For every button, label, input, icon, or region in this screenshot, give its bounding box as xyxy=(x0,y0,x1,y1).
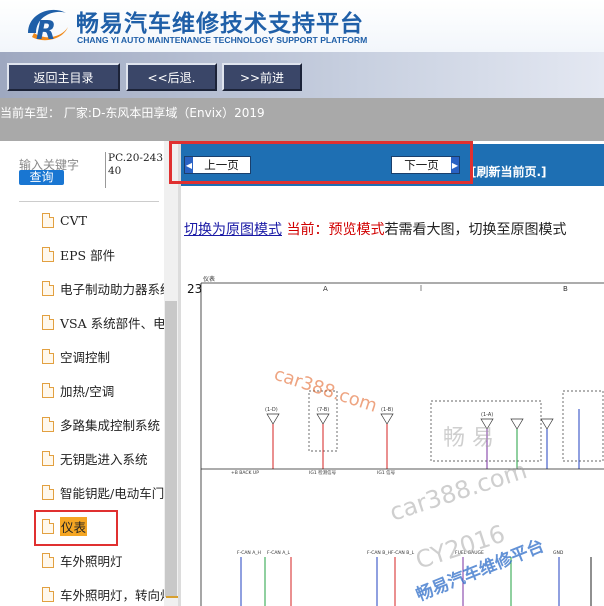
wire-label: F-CAN B_H xyxy=(367,550,391,556)
tree-item-label: 车外照明灯，转向灯 xyxy=(60,587,164,603)
tree-item-label: CVT xyxy=(60,212,87,228)
watermark-text: 畅 易 xyxy=(443,426,494,451)
tree-item[interactable]: 车外照明灯，转向灯 xyxy=(42,582,164,606)
diagram-page-label: 仪表 xyxy=(203,275,215,283)
svg-text:R: R xyxy=(36,16,56,46)
content-pane: ◀ 上一页 下一页 ▶ [刷新当前页.] 切换为原图模式 当前：预览模式若需看大… xyxy=(169,141,604,606)
wire-label: GND xyxy=(553,550,564,556)
document-icon xyxy=(42,552,54,568)
fuse-label: (1-B) xyxy=(381,407,393,413)
selection-highlight xyxy=(34,510,118,546)
switch-mode-link[interactable]: 切换为原图模式 xyxy=(184,222,282,238)
divider xyxy=(19,201,159,202)
forward-button[interactable]: >>前进 xyxy=(222,63,302,91)
watermark-text: car388.com xyxy=(386,456,530,527)
tree-item[interactable]: 无钥匙进入系统 xyxy=(42,446,164,470)
section-a-label: A xyxy=(323,285,328,293)
document-icon xyxy=(42,280,54,296)
tree-item[interactable]: 空调控制 xyxy=(42,344,164,368)
document-icon xyxy=(42,246,54,262)
tree-item-label: 空调控制 xyxy=(60,349,111,365)
diagram-page-number: 23 xyxy=(187,282,202,296)
tree-item[interactable]: 电子制动助力器系统 xyxy=(42,276,164,300)
pager-highlight xyxy=(169,141,473,184)
document-icon xyxy=(42,212,54,228)
document-icon xyxy=(42,450,54,466)
wire-label: F-CAN B_L xyxy=(391,550,415,556)
refresh-link[interactable]: [刷新当前页.] xyxy=(471,163,547,180)
nav-bar: 返回主目录 <<后退. >>前进 xyxy=(0,52,604,98)
current-mode: 当前：预览模式 xyxy=(286,222,385,238)
document-icon xyxy=(42,416,54,432)
document-icon xyxy=(42,314,54,330)
tree-item[interactable]: 智能钥匙/电动车门 xyxy=(42,480,164,504)
platform-subtitle: CHANG YI AUTO MAINTENANCE TECHNOLOGY SUP… xyxy=(77,35,368,45)
tree-item[interactable]: 加热/空调 xyxy=(42,378,164,402)
fuse-group xyxy=(266,390,604,462)
sidebar-scrollbar[interactable] xyxy=(164,141,178,606)
tree-item[interactable]: VSA 系统部件、电路图 xyxy=(42,310,164,334)
wire-label: IG1 检测信号 xyxy=(309,469,337,476)
document-icon xyxy=(42,484,54,500)
scrollbar-thumb[interactable] xyxy=(165,301,177,597)
tree-item-label: 车外照明灯 xyxy=(60,553,123,569)
fuse-label: (1-D) xyxy=(265,407,278,413)
section-b-label: B xyxy=(563,285,568,293)
fuse-label: (1-A) xyxy=(481,412,493,418)
document-icon xyxy=(42,348,54,364)
tree-item-label: EPS 部件 xyxy=(60,247,116,263)
sidebar: 输入关键字 查询 PC.20-24340 CVT EPS 部件 电子制动助力器系… xyxy=(0,141,181,606)
wiring-diagram[interactable]: 仪表 23 A B (1-D) (7-B) (1-B) (1-A) +B BAC… xyxy=(181,269,604,606)
fuse-label: (7-B) xyxy=(317,407,329,413)
keyword-input[interactable]: PC.20-24340 xyxy=(105,152,166,188)
scroll-indicator xyxy=(166,596,178,598)
wire-label: +B BACK UP xyxy=(231,470,259,476)
tree-item[interactable]: CVT xyxy=(42,208,164,232)
mode-hint: 若需看大图，切换至原图模式 xyxy=(384,222,567,238)
tree-item[interactable]: 多路集成控制系统 xyxy=(42,412,164,436)
tree-item-label: 无钥匙进入系统 xyxy=(60,451,148,467)
mode-line: 切换为原图模式 当前：预览模式若需看大图，切换至原图模式 xyxy=(184,219,566,239)
home-button[interactable]: 返回主目录 xyxy=(7,63,120,91)
tree-item[interactable]: EPS 部件 xyxy=(42,242,164,266)
back-button[interactable]: <<后退. xyxy=(126,63,217,91)
search-button[interactable]: 查询 xyxy=(19,170,64,185)
document-icon xyxy=(42,586,54,602)
tree-item-label: 多路集成控制系统 xyxy=(60,417,161,433)
vehicle-bar: 当前车型： 厂家:D-东风本田享域（Envix）2019 xyxy=(0,98,604,141)
site-header: R 畅易汽车维修技术支持平台 CHANG YI AUTO MAINTENANCE… xyxy=(0,0,604,52)
tree-item-label: 加热/空调 xyxy=(60,383,115,399)
tree-item[interactable]: 车外照明灯 xyxy=(42,548,164,572)
tree-item-label: VSA 系统部件、电路图 xyxy=(60,315,164,331)
tree-item-label: 智能钥匙/电动车门 xyxy=(60,485,164,501)
wire-label: F-CAN A_L xyxy=(267,550,291,556)
wire-label: IG1 信号 xyxy=(377,469,396,476)
cy-logo-icon: R xyxy=(28,9,68,46)
document-icon xyxy=(42,382,54,398)
wire-label: F-CAN A_H xyxy=(237,550,261,556)
platform-title: 畅易汽车维修技术支持平台 xyxy=(76,11,364,37)
current-vehicle: 当前车型： 厂家:D-东风本田享域（Envix）2019 xyxy=(0,106,265,120)
tree-item-label: 电子制动助力器系统 xyxy=(60,281,164,297)
